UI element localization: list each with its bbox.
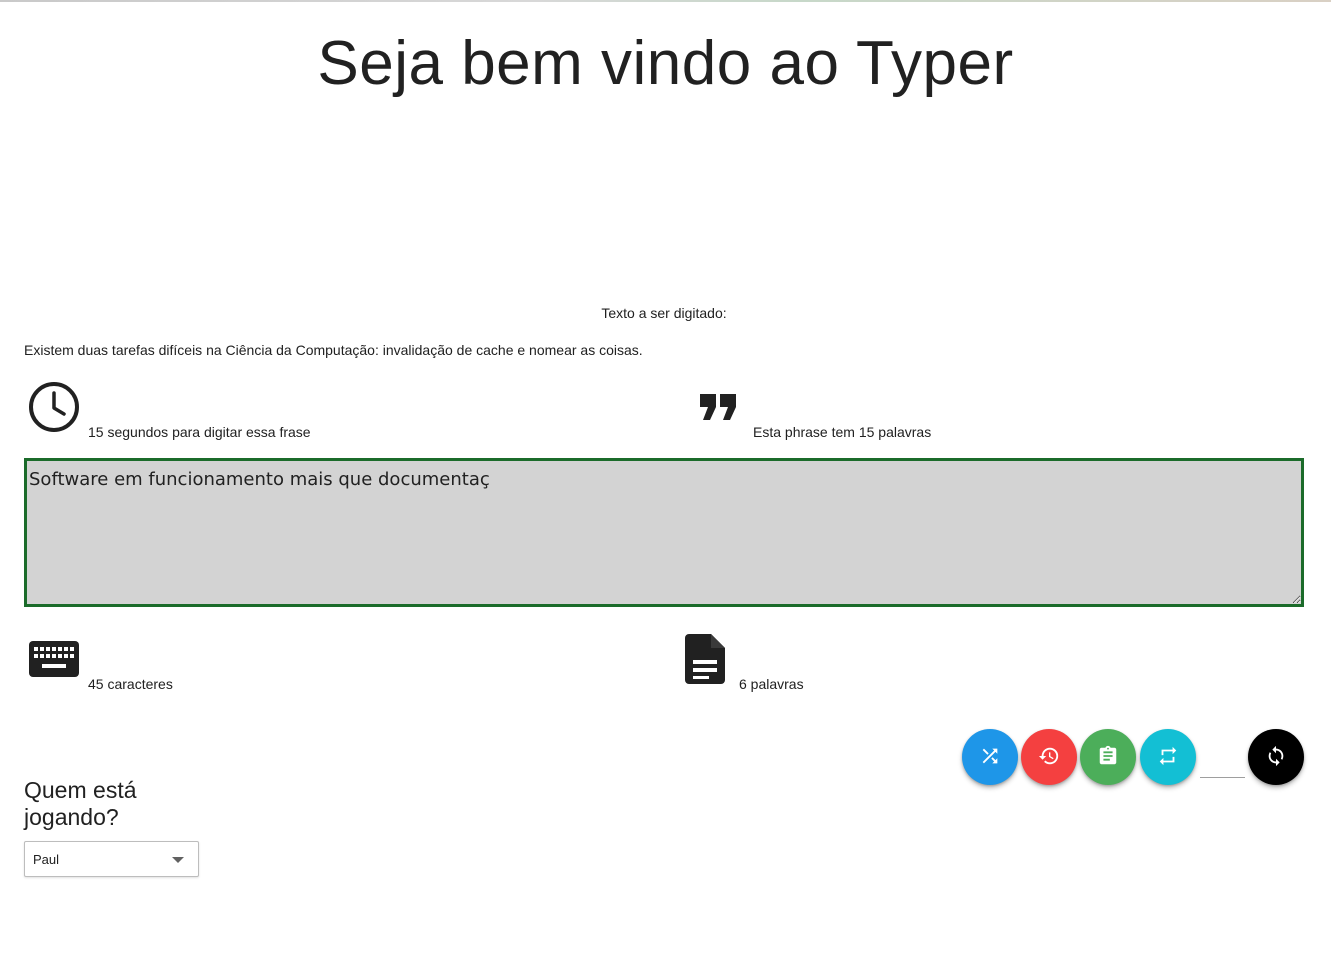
keyboard-icon <box>28 640 80 678</box>
target-phrase: Existem duas tarefas difíceis na Ciência… <box>24 342 643 358</box>
char-count-text: 45 caracteres <box>88 676 173 692</box>
player-select-value: Paul <box>33 851 60 867</box>
prompt-label: Texto a ser digitado: <box>601 305 727 321</box>
time-limit-text: 15 segundos para digitar essa frase <box>88 424 311 440</box>
shuffle-button[interactable] <box>962 729 1018 785</box>
clipboard-icon <box>1097 745 1119 770</box>
typing-input[interactable] <box>24 458 1304 607</box>
shuffle-icon <box>979 745 1001 770</box>
clock-icon <box>28 381 80 433</box>
clipboard-button[interactable] <box>1080 729 1136 785</box>
history-button[interactable] <box>1021 729 1077 785</box>
document-icon <box>684 633 726 685</box>
repeat-icon <box>1157 745 1179 770</box>
player-heading: Quem está jogando? <box>24 777 137 830</box>
page-title: Seja bem vindo ao Typer <box>317 29 1014 98</box>
interval-input[interactable] <box>1200 757 1245 778</box>
player-select[interactable]: Paul <box>24 841 199 877</box>
repeat-button[interactable] <box>1140 729 1196 785</box>
typed-word-count-text: 6 palavras <box>739 676 804 692</box>
history-icon <box>1038 745 1060 770</box>
phrase-word-count-text: Esta phrase tem 15 palavras <box>753 424 932 440</box>
caret-down-icon <box>172 857 184 863</box>
quote-icon <box>699 393 739 421</box>
sync-icon <box>1265 745 1287 770</box>
restart-button[interactable] <box>1248 729 1304 785</box>
top-divider <box>0 0 1331 2</box>
